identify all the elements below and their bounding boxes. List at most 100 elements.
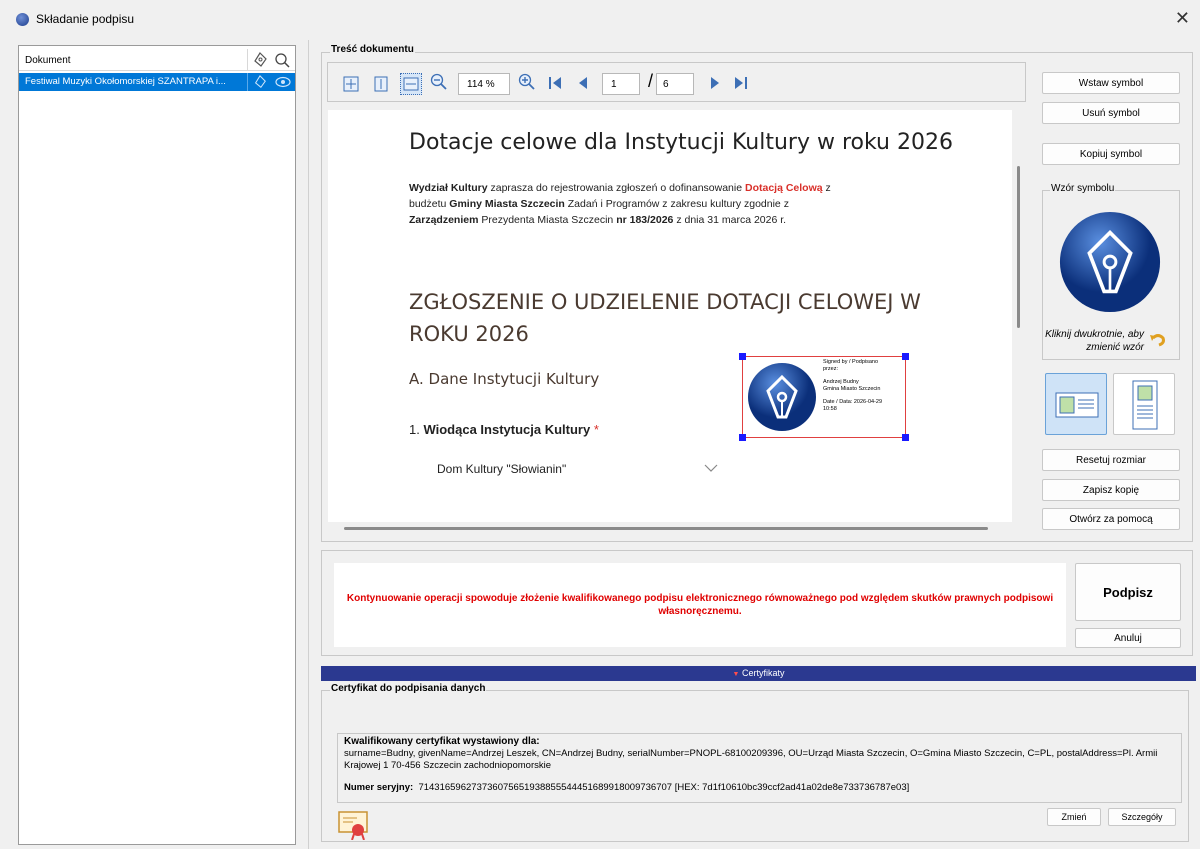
zoom-input[interactable]: 114 % [458,73,510,95]
splitter[interactable] [308,40,309,849]
certificates-bar-label: Certyfikaty [741,668,785,678]
window-title: Składanie podpisu [36,12,135,26]
layout-horizontal-icon [1055,392,1099,418]
intro-bold: Wydział Kultury [409,182,488,194]
document-list-panel: Dokument Festiwal Muzyki Okołomorskiej S… [18,45,296,845]
serial-value: 7143165962737360756519388555444516899180… [418,782,910,793]
question-text: Wiodąca Instytucja Kultury [423,422,591,437]
document-list-header: Dokument [19,49,295,71]
collapse-arrow-icon: ▼ [732,671,740,678]
serial-row: Numer seryjny: 7143165962737360756519388… [344,782,1175,794]
intro-bold: nr 183/2026 [616,214,674,226]
resize-handle[interactable] [739,353,746,360]
sign-pen-icon[interactable] [253,75,267,89]
sign-pen-icon[interactable] [252,52,268,68]
change-button[interactable]: Zmień [1047,808,1101,826]
zoom-in-icon[interactable] [518,73,536,91]
list-item[interactable]: Festiwal Muzyki Okołomorskiej SZANTRAPA … [19,73,295,91]
scrollbar-thumb[interactable] [1017,166,1020,328]
close-icon[interactable]: ✕ [1175,8,1190,29]
vertical-scrollbar[interactable] [1012,110,1026,522]
resize-handle[interactable] [739,434,746,441]
details-button[interactable]: Szczegóły [1108,808,1176,826]
document-content-legend: Treść dokumentu [330,44,415,55]
question: 1. Wiodąca Instytucja Kultury * [409,422,599,437]
intro-text: zaprasza do rejestrowania zgłoszeń o dof… [487,182,745,194]
document-name: Festiwal Muzyki Okołomorskiej SZANTRAPA … [25,76,226,87]
save-copy-button[interactable]: Zapisz kopię [1042,479,1180,501]
signature-text: Signed by / Podpisano przez: Andrzej Bud… [823,359,907,413]
previous-page-icon[interactable] [574,74,592,92]
search-icon[interactable] [274,52,290,68]
pattern-hint: Kliknij dwukrotnie, aby zmienić wzór [1045,329,1144,353]
page-number-input[interactable]: 1 [602,73,640,95]
document-preview[interactable]: Dotacje celowe dla Instytucji Kultury w … [328,110,1012,522]
insert-symbol-button[interactable]: Wstaw symbol [1042,72,1180,94]
certificates-toggle-bar[interactable]: ▼ Certyfikaty [321,666,1196,681]
last-page-icon[interactable] [732,74,750,92]
fit-height-icon[interactable] [372,75,390,93]
question-number: 1. [409,422,420,437]
warning-box: Kontynuowanie operacji spowoduje złożeni… [334,563,1066,647]
document-toolbar: 114 % 1 / 6 [327,62,1026,102]
fit-width-icon[interactable] [402,75,420,93]
layout-vertical-button[interactable] [1113,373,1175,435]
fountain-pen-icon[interactable] [1057,209,1163,315]
intro-text: z dnia 31 marca 2026 r. [673,214,787,226]
chevron-down-icon[interactable] [704,463,718,473]
signature-line: przez: [823,366,838,372]
undo-arrow-icon[interactable] [1149,332,1167,348]
document-intro: Wydział Kultury zaprasza do rejestrowani… [409,180,859,228]
cancel-button[interactable]: Anuluj [1075,628,1181,648]
intro-text: Zadań i Programów z zakresu kultury zgod… [564,198,789,210]
title-bar: Składanie podpisu ✕ [0,0,1200,40]
signature-line: Gmina Miasto Szczecin [823,386,881,392]
fountain-pen-icon [748,363,816,431]
horizontal-scrollbar[interactable] [328,522,1012,536]
sign-button[interactable]: Podpisz [1075,563,1181,621]
remove-symbol-button[interactable]: Usuń symbol [1042,102,1180,124]
intro-text: Prezydenta Miasta Szczecin [478,214,617,226]
reset-size-button[interactable]: Resetuj rozmiar [1042,449,1180,471]
layout-vertical-icon [1132,380,1158,430]
certificate-subject: surname=Budny, givenName=Andrzej Leszek,… [344,748,1158,771]
zoom-out-icon[interactable] [430,73,448,91]
symbol-pattern-legend: Wzór symbolu [1050,183,1116,194]
signature-stamp[interactable]: Signed by / Podpisano przez: Andrzej Bud… [739,353,909,441]
scrollbar-thumb[interactable] [344,527,988,530]
intro-bold: Gminy Miasta Szczecin [449,198,565,210]
issued-for-label: Kwalifikowany certyfikat wystawiony dla: [344,736,540,747]
signature-line: 10:58 [823,406,837,412]
answer-value: Dom Kultury "Słowianin" [437,462,567,476]
layout-horizontal-button[interactable] [1045,373,1107,435]
certificate-legend: Certyfikat do podpisania danych [330,683,487,694]
subsection-title: A. Dane Instytucji Kultury [409,370,600,388]
page-separator: / [648,71,654,91]
section-title: ZGŁOSZENIE O UDZIELENIE DOTACJI CELOWEJ … [409,290,921,346]
next-page-icon[interactable] [706,74,724,92]
first-page-icon[interactable] [546,74,564,92]
total-pages: 6 [656,73,694,95]
fit-page-icon[interactable] [342,75,360,93]
resize-handle[interactable] [902,434,909,441]
open-with-button[interactable]: Otwórz za pomocą [1042,508,1180,530]
column-header-document: Dokument [25,55,71,66]
row-icon-area [247,73,295,91]
signature-line: Signed by / Podpisano [823,359,879,365]
fit-width-selected [400,73,422,95]
certificate-icon [338,811,368,840]
required-mark: * [593,422,599,437]
header-icon-area [247,49,295,71]
copy-symbol-button[interactable]: Kopiuj symbol [1042,143,1180,165]
certificate-details-box: Kwalifikowany certyfikat wystawiony dla:… [337,733,1182,803]
legal-warning: Kontynuowanie operacji spowoduje złożeni… [346,593,1054,617]
document-heading: Dotacje celowe dla Instytucji Kultury w … [409,130,953,155]
serial-label: Numer seryjny: [344,782,414,793]
intro-highlight: Dotacją Celową [744,182,823,194]
signature-line: Date / Data: 2026-04-29 [823,399,883,405]
eye-icon[interactable] [275,76,291,88]
resize-handle[interactable] [902,353,909,360]
intro-bold: Zarządzeniem [409,214,479,226]
signature-line: Andrzej Budny [823,379,859,385]
app-icon [16,13,29,26]
